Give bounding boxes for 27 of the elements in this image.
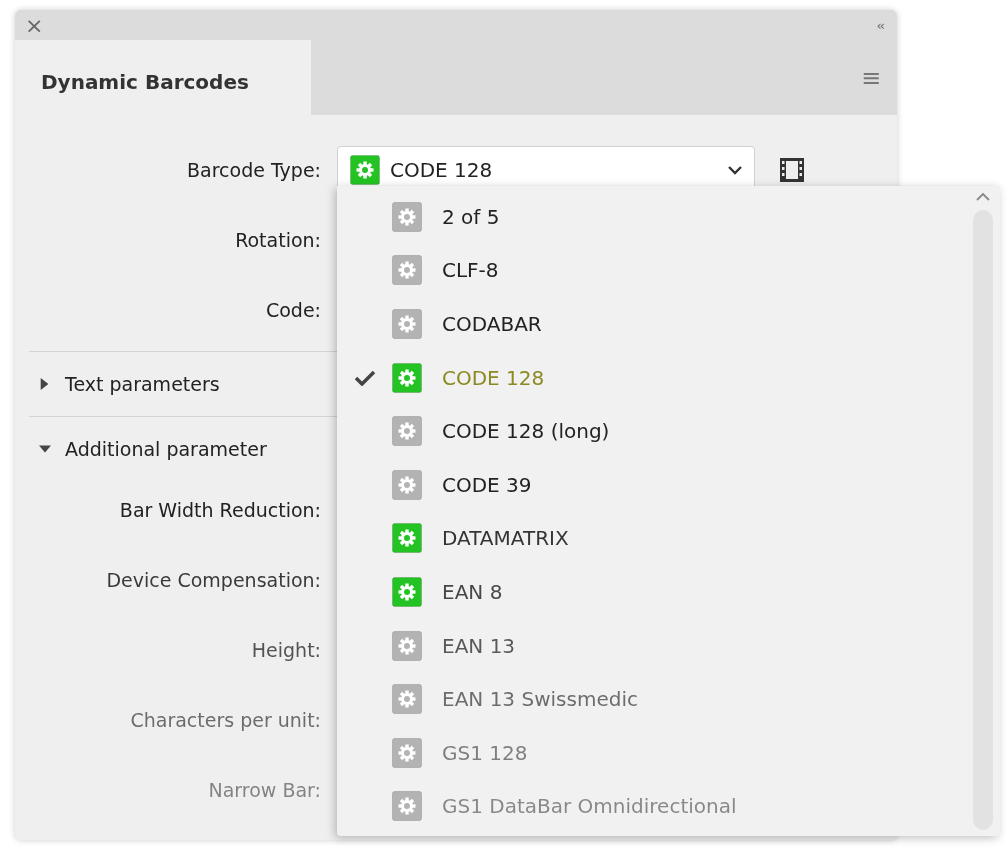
dropdown-option[interactable]: EAN 13 Swissmedic — [442, 687, 638, 712]
field-label: Bar Width Reduction: — [118, 499, 322, 521]
dropdown-option[interactable]: CODE 39 — [442, 472, 532, 497]
dropdown-option[interactable]: CLF-8 — [442, 258, 499, 283]
section-header[interactable]: Additional parameter — [65, 438, 267, 460]
collapse-button[interactable]: ‹‹ — [876, 17, 883, 33]
field-label: Height: — [250, 639, 322, 661]
panel-tab[interactable]: Dynamic Barcodes — [15, 40, 311, 115]
dropdown-option[interactable]: GS1 128 — [442, 740, 528, 765]
dropdown-option[interactable]: EAN 8 — [442, 579, 503, 604]
field-label: Narrow Bar: — [207, 779, 322, 801]
field-label: Device Compensation: — [105, 569, 322, 591]
dropdown-option[interactable]: CODE 128 (long) — [442, 419, 610, 444]
dropdown-option[interactable]: CODABAR — [442, 312, 542, 336]
close-button[interactable]: × — [25, 12, 44, 38]
dropdown-option[interactable]: DATAMATRIX — [442, 526, 569, 551]
field-label: Characters per unit: — [129, 709, 322, 731]
field-label: Rotation: — [234, 229, 322, 251]
field-label: Barcode Type: — [186, 159, 322, 181]
film-strip-icon[interactable] — [779, 157, 805, 183]
scroll-up-icon[interactable] — [976, 192, 990, 202]
section-header[interactable]: Text parameters — [65, 373, 220, 395]
dropdown-option[interactable]: EAN 13 — [442, 633, 516, 658]
field-label: Code: — [264, 299, 322, 321]
chevron-icon — [728, 165, 742, 175]
dropdown-option[interactable]: 2 of 5 — [442, 204, 500, 229]
collapsed-triangle-icon[interactable] — [39, 377, 51, 391]
